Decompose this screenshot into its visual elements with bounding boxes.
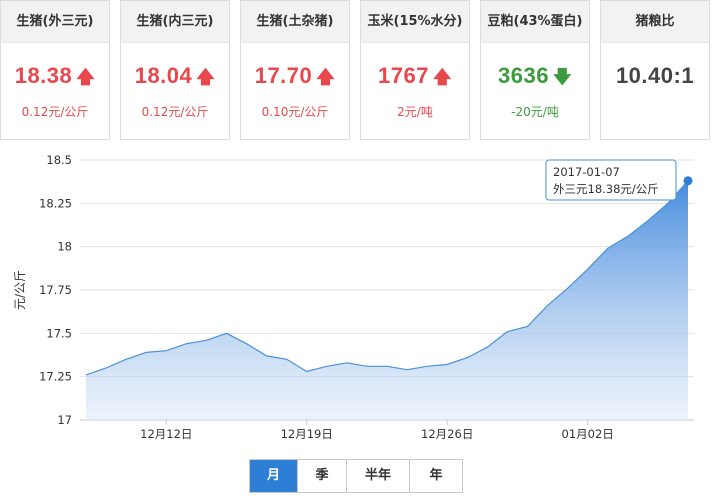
price-card[interactable]: 生猪(外三元) 18.38 🡅 0.12元/公斤: [0, 0, 110, 140]
x-tick-label: 12月19日: [281, 427, 333, 441]
tooltip-text: 外三元18.38元/公斤: [553, 182, 659, 196]
price-card[interactable]: 豆粕(43%蛋白) 3636 🡇 -20元/吨: [480, 0, 590, 140]
card-price: 10.40:1: [601, 63, 709, 89]
price-card[interactable]: 玉米(15%水分) 1767 🡅 2元/吨: [360, 0, 470, 140]
card-value: 18.04: [134, 63, 193, 88]
card-change: 0.10元/公斤: [261, 105, 329, 119]
price-card[interactable]: 生猪(内三元) 18.04 🡅 0.12元/公斤: [120, 0, 230, 140]
y-tick-label: 17: [57, 413, 72, 427]
card-title: 生猪(内三元): [121, 1, 229, 43]
x-axis-ticks: 12月12日 12月19日 12月26日 01月02日: [140, 420, 614, 441]
y-axis-ticks: 17 17.25 17.5 17.75 18 18.25 18.5: [39, 153, 72, 427]
card-price: 1767 🡅: [361, 63, 469, 95]
price-card[interactable]: 生猪(土杂猪) 17.70 🡅 0.10元/公斤: [240, 0, 350, 140]
card-title: 猪粮比: [601, 1, 709, 43]
tooltip: 2017-01-07 外三元18.38元/公斤: [545, 159, 677, 201]
card-title: 生猪(外三元): [1, 1, 109, 43]
y-tick-label: 18.5: [46, 153, 72, 167]
card-price: 18.04 🡅: [121, 63, 229, 95]
card-price: 17.70 🡅: [241, 63, 349, 95]
x-tick-label: 12月12日: [140, 427, 192, 441]
price-cards: 生猪(外三元) 18.38 🡅 0.12元/公斤 生猪(内三元) 18.04 🡅 0…: [0, 0, 712, 150]
price-chart: 17 17.25 17.5 17.75 18 18.25 18.5 12月12日 12月19日…: [0, 150, 712, 450]
card-value: 3636: [498, 63, 549, 88]
arrow-up-icon: 🡅: [432, 67, 452, 87]
arrow-down-icon: 🡇: [552, 67, 572, 87]
card-value: 18.38: [14, 63, 73, 88]
x-tick-label: 12月26日: [421, 427, 473, 441]
card-change: 0.12元/公斤: [141, 105, 209, 119]
y-axis-label: 元/公斤: [13, 270, 27, 310]
card-change: 0.12元/公斤: [21, 105, 89, 119]
series-area: [86, 180, 688, 420]
tab-year[interactable]: 年: [410, 460, 462, 492]
card-title: 豆粕(43%蛋白): [481, 1, 589, 43]
y-tick-label: 17.75: [39, 283, 72, 297]
card-price: 18.38 🡅: [1, 63, 109, 95]
y-tick-label: 17.5: [46, 326, 72, 340]
range-selector: 月 季 半年 年: [249, 459, 463, 493]
y-tick-label: 18: [57, 240, 72, 254]
tab-half-year[interactable]: 半年: [347, 460, 410, 492]
card-value: 1767: [378, 63, 429, 88]
card-change: -20元/吨: [511, 105, 559, 119]
chart-svg: 17 17.25 17.5 17.75 18 18.25 18.5 12月12日 12月19日…: [13, 153, 694, 441]
price-card[interactable]: 猪粮比 10.40:1: [600, 0, 710, 140]
card-price: 3636 🡇: [481, 63, 589, 95]
arrow-up-icon: 🡅: [76, 67, 96, 87]
data-point[interactable]: [683, 176, 693, 186]
tab-month[interactable]: 月: [250, 460, 298, 492]
card-value: 17.70: [254, 63, 313, 88]
x-tick-label: 01月02日: [562, 427, 614, 441]
y-tick-label: 18.25: [39, 196, 72, 210]
card-change: 2元/吨: [397, 105, 433, 119]
card-title: 生猪(土杂猪): [241, 1, 349, 43]
arrow-up-icon: 🡅: [196, 67, 216, 87]
arrow-up-icon: 🡅: [316, 67, 336, 87]
card-value: 10.40:1: [615, 63, 695, 88]
card-title: 玉米(15%水分): [361, 1, 469, 43]
y-tick-label: 17.25: [39, 370, 72, 384]
tooltip-date: 2017-01-07: [553, 165, 620, 179]
tab-quarter[interactable]: 季: [298, 460, 347, 492]
